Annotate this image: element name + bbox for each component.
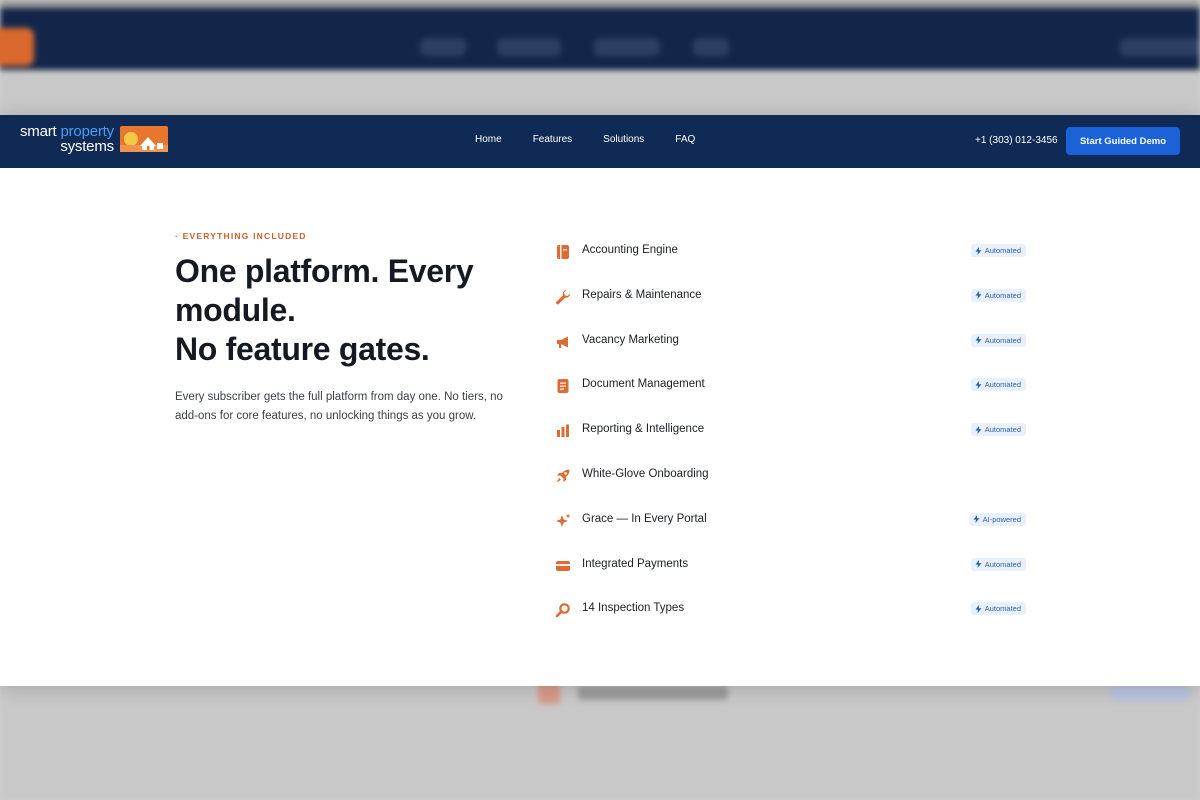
feature-row-accounting-engine: Accounting Engine Automated <box>555 231 1027 276</box>
background-button <box>1110 684 1190 702</box>
feature-label: Integrated Payments <box>582 557 689 570</box>
feature-label: Vacancy Marketing <box>582 333 679 346</box>
feature-label: Reporting & Intelligence <box>582 423 705 436</box>
primary-nav-links: Home Features Solutions FAQ <box>475 134 726 145</box>
logo-line-1: smart property <box>20 123 114 140</box>
feature-list: Accounting Engine Automated Repairs & Ma… <box>555 231 1027 634</box>
page-window: smart property systems Home Features Sol… <box>0 115 1200 686</box>
sparkle-icon <box>556 513 571 527</box>
ai-powered-badge: AI-powered <box>968 512 1026 526</box>
automated-badge: Automated <box>970 244 1026 257</box>
feature-row-document-management: Document Management Automated <box>555 365 1027 410</box>
feature-row-integrated-payments: Integrated Payments Automated <box>555 545 1027 590</box>
automated-badge: Automated <box>970 557 1026 571</box>
feature-label: 14 Inspection Types <box>582 602 685 615</box>
nav-link-solutions[interactable]: Solutions <box>603 134 644 145</box>
bar-chart-icon <box>557 424 569 438</box>
house-sun-logo-icon <box>119 126 168 152</box>
background-nav-item <box>693 38 729 56</box>
megaphone-icon <box>557 336 568 348</box>
brand-logo[interactable]: smart property systems <box>20 124 168 154</box>
bolt-icon <box>975 246 982 255</box>
logo-line-2: systems <box>60 138 114 155</box>
rocket-icon <box>556 469 570 483</box>
section-eyebrow: · EVERYTHING INCLUDED <box>175 231 307 241</box>
ledger-icon <box>557 245 569 259</box>
hero-section: · EVERYTHING INCLUDED One platform. Ever… <box>175 231 525 426</box>
section-title: One platform. Every module. No feature g… <box>175 252 525 369</box>
start-guided-demo-button[interactable]: Start Guided Demo <box>1066 127 1180 155</box>
credit-card-icon <box>556 560 570 571</box>
automated-badge: Automated <box>970 288 1026 302</box>
automated-badge: Automated <box>970 333 1026 347</box>
feature-label: Grace — In Every Portal <box>582 512 707 525</box>
feature-row-vacancy-marketing: Vacancy Marketing Automated <box>555 321 1027 366</box>
bolt-icon <box>975 604 982 613</box>
nav-link-home[interactable]: Home <box>475 134 502 145</box>
title-line-2: module. <box>175 292 296 328</box>
feature-row-reporting-intelligence: Reporting & Intelligence Automated <box>555 410 1027 455</box>
background-nav-item <box>420 38 466 56</box>
magnifier-icon <box>555 603 570 618</box>
background-nav-item <box>1120 38 1200 56</box>
background-row-text <box>578 686 728 700</box>
bolt-icon <box>975 291 982 300</box>
phone-number-link[interactable]: +1 (303) 012-3456 <box>975 135 1058 146</box>
nav-link-faq[interactable]: FAQ <box>675 134 695 145</box>
automated-badge: Automated <box>970 602 1026 616</box>
wrench-icon <box>556 289 571 305</box>
background-nav <box>0 8 1200 70</box>
nav-link-features[interactable]: Features <box>533 134 572 145</box>
automated-badge: Automated <box>970 378 1026 392</box>
title-line-3: No feature gates. <box>175 331 430 367</box>
section-description: Every subscriber gets the full platform … <box>175 391 503 422</box>
feature-label: Accounting Engine <box>582 244 678 256</box>
feature-row-grace-every-portal: Grace — In Every Portal AI-powered <box>555 500 1027 545</box>
top-nav: smart property systems Home Features Sol… <box>0 115 1200 168</box>
feature-row-white-glove-onboarding: White-Glove Onboarding <box>555 455 1027 500</box>
bolt-icon <box>973 515 980 524</box>
background-nav-item <box>594 38 660 56</box>
feature-row-inspection-types: 14 Inspection Types Automated <box>555 589 1027 634</box>
feature-label: Repairs & Maintenance <box>582 288 702 301</box>
bolt-icon <box>975 336 982 345</box>
bolt-icon <box>975 425 982 434</box>
feature-label: White-Glove Onboarding <box>582 467 709 480</box>
feature-row-repairs-maintenance: Repairs & Maintenance Automated <box>555 276 1027 321</box>
title-line-1: One platform. Every <box>175 253 474 289</box>
logo-wordmark: smart property systems <box>20 124 114 154</box>
background-logo <box>0 28 34 66</box>
automated-badge: Automated <box>970 423 1026 437</box>
feature-label: Document Management <box>582 378 705 391</box>
document-icon <box>557 379 569 394</box>
bolt-icon <box>975 380 982 389</box>
background-nav-item <box>497 38 561 56</box>
bolt-icon <box>975 560 982 569</box>
